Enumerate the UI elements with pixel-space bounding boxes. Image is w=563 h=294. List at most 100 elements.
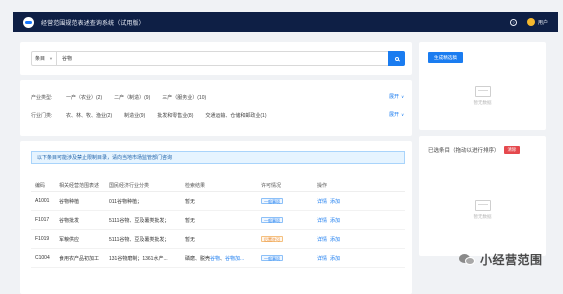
cell-code: C1004 [35, 255, 50, 261]
chevron-down-icon: ∨ [401, 94, 404, 99]
add-link[interactable]: 添加 [330, 217, 340, 224]
cell-result: 暂无 [185, 217, 196, 224]
cell-permit: 一般事项 [257, 216, 313, 224]
cell-code: A1001 [35, 198, 50, 204]
industry-type-filter: 产业类型: 一产（农业）(2) 二产（制造）(9) 三产（服务业）(10) [31, 94, 218, 101]
selected-header: 已选条目（拖动以进行排序） 清除 [428, 146, 521, 154]
cell-permit: 一般事项 [257, 254, 313, 262]
empty-box-icon [474, 200, 491, 211]
selected-title: 已选条目（拖动以进行排序） [428, 148, 500, 154]
add-link[interactable]: 添加 [330, 236, 340, 243]
column-header-actions: 操作 [317, 182, 328, 189]
wechat-icon [459, 253, 475, 266]
user-label: 用户 [537, 19, 548, 26]
result-text: 磷磨、脱壳 [185, 255, 211, 262]
permit-badge: 一般事项 [261, 254, 283, 261]
notice-banner: 以下条目可能涉及禁止限制目录，请向当地市场监管部门咨询 [31, 151, 405, 164]
chevron-down-icon: ∨ [401, 112, 404, 117]
table-row: F1017 谷物批发 5111谷物、豆及薯类批发； 暂无 一般事项 详情 添加 [31, 211, 405, 230]
cell-actions: 详情 添加 [313, 217, 405, 224]
column-header-code: 编码 [35, 182, 46, 189]
avatar [526, 18, 535, 26]
search-bar: 条目 ▼ [31, 51, 405, 66]
search-icon [394, 56, 399, 61]
search-panel: 条目 ▼ [20, 42, 412, 75]
cell-name: 谷物批发 [59, 217, 80, 224]
cell-result: 暂无 [185, 198, 196, 205]
table-row: A1001 谷物种植 011谷物种植； 暂无 一般事项 详情 添加 [31, 192, 405, 211]
search-input[interactable] [57, 52, 388, 65]
cell-permit: 一般事项 [257, 197, 313, 205]
empty-text: 暂无数据 [473, 100, 492, 105]
empty-text: 暂无数据 [473, 214, 492, 219]
cell-name: 食用农产品初加工 [59, 255, 100, 262]
cell-result: 磷磨、脱壳谷物、谷物加... [181, 255, 257, 262]
filter-label: 产业类型: [31, 95, 53, 101]
search-type-select[interactable]: 条目 ▼ [32, 52, 57, 65]
filter-option-tertiary-industry[interactable]: 三产（服务业）(10) [162, 94, 206, 101]
chevron-down-icon: ▼ [49, 56, 53, 61]
clear-button[interactable]: 清除 [503, 146, 521, 154]
result-highlight: 谷物加... [225, 255, 245, 262]
cell-result: 暂无 [185, 236, 196, 243]
cell-code: F1019 [35, 236, 50, 242]
permit-badge: 一般事项 [261, 197, 283, 204]
app-logo [23, 16, 34, 28]
add-link[interactable]: 添加 [330, 198, 340, 205]
filter-panel: 产业类型: 一产（农业）(2) 二产（制造）(9) 三产（服务业）(10) 展开… [20, 80, 412, 136]
cell-actions: 详情 添加 [313, 236, 405, 243]
top-navbar: 经营范围规范表述查询系统（试用版） ? 用户 [13, 12, 558, 32]
filter-option-wholesale-retail[interactable]: 批发和零售业(8) [157, 112, 193, 119]
search-button[interactable] [388, 51, 405, 66]
permit-badge: 后置许可 [261, 235, 283, 242]
empty-state: 暂无数据 [419, 200, 546, 220]
expand-industry-type-button[interactable]: 展开 ∨ [389, 93, 404, 100]
cell-permit: 后置许可 [257, 235, 313, 243]
cell-name: 谷物种植 [59, 198, 80, 205]
results-panel: 以下条目可能涉及禁止限制目录，请向当地市场监管部门咨询 编码 相关经营范围表述 … [20, 141, 412, 294]
results-table: 编码 相关经营范围表述 国民经济行业分类 检索结果 许可情况 操作 A1001 … [31, 179, 405, 268]
cell-category: 5111谷物、豆及薯类批发； [109, 236, 170, 243]
table-row: C1004 食用农产品初加工 131谷物磨制；1361水产... 磷磨、脱壳谷物… [31, 249, 405, 268]
cell-category: 5111谷物、豆及薯类批发； [109, 217, 170, 224]
search-type-value: 条目 [35, 56, 46, 62]
expand-industry-category-button[interactable]: 展开 ∨ [389, 111, 404, 118]
table-row: F1019 军粮供应 5111谷物、豆及薯类批发； 暂无 后置许可 详情 添加 [31, 230, 405, 249]
column-header-name: 相关经营范围表述 [59, 182, 100, 189]
expand-label: 展开 [389, 112, 400, 118]
watermark: 小经营范围 [459, 251, 543, 268]
column-header-category: 国民经济行业分类 [109, 182, 150, 189]
cell-category: 011谷物种植； [109, 198, 142, 205]
table-header: 编码 相关经营范围表述 国民经济行业分类 检索结果 许可情况 操作 [31, 179, 405, 192]
filter-option-manufacturing[interactable]: 制造业(9) [124, 112, 145, 119]
industry-category-filter: 行业门类: 农、林、牧、渔业(2) 制造业(9) 批发和零售业(8) 交通运输、… [31, 112, 279, 119]
detail-link[interactable]: 详情 [317, 198, 327, 205]
help-icon[interactable]: ? [509, 18, 517, 26]
result-highlight: 谷物 [210, 255, 221, 262]
selected-items-panel: 已选条目（拖动以进行排序） 清除 暂无数据 [419, 136, 546, 256]
empty-state: 暂无数据 [419, 86, 546, 106]
generate-panel: 生成精选稿 暂无数据 [419, 42, 546, 130]
cell-actions: 详情 添加 [313, 255, 405, 262]
filter-option-agriculture[interactable]: 农、林、牧、渔业(2) [66, 112, 112, 119]
cell-code: F1017 [35, 217, 50, 223]
filter-label: 行业门类: [31, 113, 53, 119]
column-header-permit: 许可情况 [261, 182, 282, 189]
filter-option-primary-industry[interactable]: 一产（农业）(2) [66, 94, 102, 101]
app-title: 经营范围规范表述查询系统（试用版） [41, 20, 145, 27]
empty-box-icon [474, 86, 491, 97]
generate-button[interactable]: 生成精选稿 [428, 52, 463, 63]
filter-option-transport[interactable]: 交通运输、仓储和邮政业(1) [205, 112, 266, 119]
column-header-result: 检索结果 [185, 182, 206, 189]
cell-actions: 详情 添加 [313, 198, 405, 205]
filter-option-secondary-industry[interactable]: 二产（制造）(9) [114, 94, 150, 101]
cell-name: 军粮供应 [59, 236, 80, 243]
add-link[interactable]: 添加 [330, 255, 340, 262]
permit-badge: 一般事项 [261, 216, 283, 223]
detail-link[interactable]: 详情 [317, 255, 327, 262]
cell-category: 131谷物磨制；1361水产... [109, 255, 168, 262]
user-menu[interactable]: 用户 [526, 18, 548, 26]
detail-link[interactable]: 详情 [317, 236, 327, 243]
watermark-text: 小经营范围 [480, 253, 543, 267]
detail-link[interactable]: 详情 [317, 217, 327, 224]
